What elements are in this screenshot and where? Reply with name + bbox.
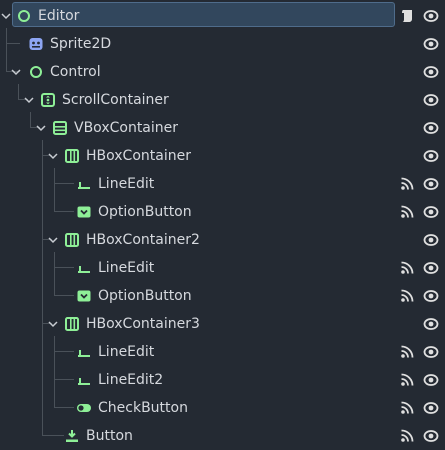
node-label: LineEdit — [98, 176, 155, 192]
eye-icon[interactable] — [423, 36, 439, 52]
line-edit-icon — [78, 182, 90, 189]
signal-icon[interactable] — [399, 260, 415, 276]
chevron-down-icon[interactable] — [24, 95, 34, 105]
signal-icon[interactable] — [399, 344, 415, 360]
eye-icon[interactable] — [423, 92, 439, 108]
eye-icon[interactable] — [423, 372, 439, 388]
chevron-down-icon[interactable] — [48, 235, 58, 245]
node-label: LineEdit — [98, 344, 155, 360]
node-label: OptionButton — [98, 288, 192, 304]
line-edit-icon — [78, 350, 90, 357]
eye-icon[interactable] — [423, 176, 439, 192]
tree-row-editor[interactable]: Editor — [0, 2, 445, 30]
button-icon — [66, 430, 78, 442]
eye-icon[interactable] — [423, 260, 439, 276]
scene-tree: Editor Sprite2D Control ScrollContainer … — [0, 0, 445, 450]
node-label: HBoxContainer3 — [86, 316, 200, 332]
eye-icon[interactable] — [423, 148, 439, 164]
scroll-container-icon — [41, 93, 55, 107]
node-label: LineEdit — [98, 260, 155, 276]
eye-icon[interactable] — [423, 204, 439, 220]
node-label: ScrollContainer — [62, 92, 169, 108]
chevron-down-icon[interactable] — [36, 123, 46, 133]
node-label: HBoxContainer — [86, 148, 191, 164]
tree-row-hboxcontainer2[interactable]: HBoxContainer2 — [0, 226, 445, 254]
node-label: LineEdit2 — [98, 372, 164, 388]
tree-row-hboxcontainer3[interactable]: HBoxContainer3 — [0, 310, 445, 338]
tree-row-vboxcontainer[interactable]: VBoxContainer — [0, 114, 445, 142]
chevron-down-icon[interactable] — [48, 151, 58, 161]
tree-row-optionbutton[interactable]: OptionButton — [0, 282, 445, 310]
check-button-icon — [77, 404, 91, 412]
sprite2d-icon — [29, 38, 43, 50]
tree-row-lineedit[interactable]: LineEdit — [0, 338, 445, 366]
tree-row-hboxcontainer[interactable]: HBoxContainer — [0, 142, 445, 170]
tree-row-lineedit[interactable]: LineEdit — [0, 170, 445, 198]
node-label: Button — [86, 428, 133, 444]
hbox-container-icon — [65, 149, 79, 163]
eye-icon[interactable] — [423, 288, 439, 304]
eye-icon[interactable] — [423, 120, 439, 136]
signal-icon[interactable] — [399, 176, 415, 192]
tree-row-button[interactable]: Button — [0, 422, 445, 450]
tree-row-control[interactable]: Control — [0, 58, 445, 86]
tree-row-optionbutton[interactable]: OptionButton — [0, 198, 445, 226]
option-button-icon — [77, 206, 91, 218]
eye-icon[interactable] — [423, 344, 439, 360]
tree-row-checkbutton[interactable]: CheckButton — [0, 394, 445, 422]
control-icon — [30, 66, 42, 78]
chevron-down-icon[interactable] — [1, 11, 11, 21]
signal-icon[interactable] — [399, 204, 415, 220]
line-edit-icon — [78, 266, 90, 273]
eye-icon[interactable] — [423, 316, 439, 332]
signal-icon[interactable] — [399, 372, 415, 388]
node-label: OptionButton — [98, 204, 192, 220]
script-icon[interactable] — [399, 8, 415, 24]
line-edit-icon — [78, 378, 90, 385]
tree-row-lineedit[interactable]: LineEdit — [0, 254, 445, 282]
eye-icon[interactable] — [423, 232, 439, 248]
node-label: CheckButton — [98, 400, 188, 416]
signal-icon[interactable] — [399, 428, 415, 444]
hbox-container-icon — [65, 233, 79, 247]
control-icon — [18, 10, 30, 22]
node-label: Sprite2D — [50, 36, 112, 52]
eye-icon[interactable] — [423, 400, 439, 416]
tree-row-lineedit2[interactable]: LineEdit2 — [0, 366, 445, 394]
eye-icon[interactable] — [423, 428, 439, 444]
chevron-down-icon[interactable] — [48, 319, 58, 329]
node-label: Control — [50, 64, 101, 80]
eye-icon[interactable] — [423, 64, 439, 80]
eye-icon[interactable] — [423, 8, 439, 24]
tree-row-sprite2d[interactable]: Sprite2D — [0, 30, 445, 58]
signal-icon[interactable] — [399, 288, 415, 304]
node-label: HBoxContainer2 — [86, 232, 200, 248]
node-label: VBoxContainer — [74, 120, 179, 136]
chevron-down-icon[interactable] — [11, 67, 21, 77]
vbox-container-icon — [53, 121, 67, 135]
hbox-container-icon — [65, 317, 79, 331]
option-button-icon — [77, 290, 91, 302]
tree-row-scrollcontainer[interactable]: ScrollContainer — [0, 86, 445, 114]
signal-icon[interactable] — [399, 400, 415, 416]
node-label: Editor — [38, 8, 80, 24]
